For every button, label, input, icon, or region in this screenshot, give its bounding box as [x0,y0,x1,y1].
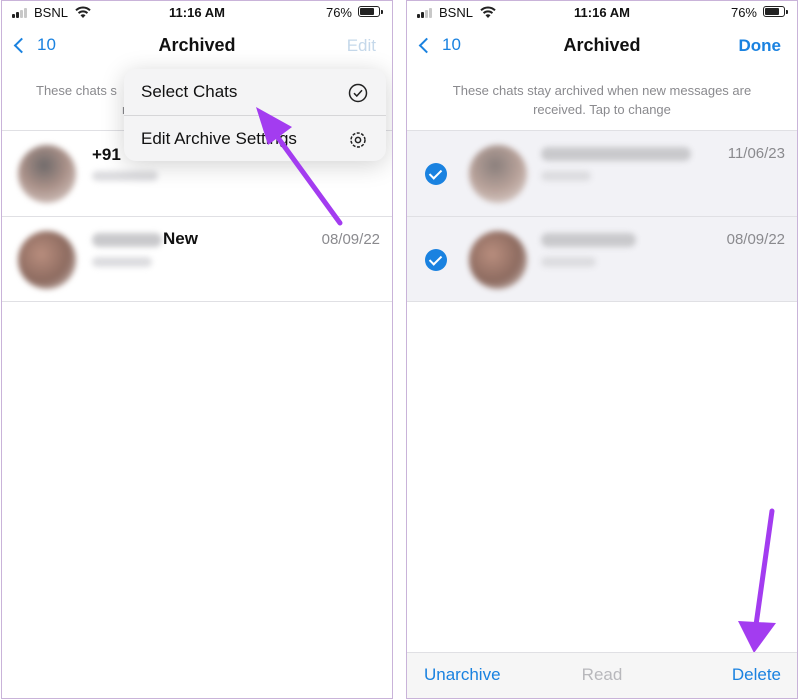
chat-name-blurred [541,233,636,247]
selected-checkmark-icon[interactable] [425,163,447,185]
left-screen: BSNL 11:16 AM 76% 10 Archived Edit These… [1,0,393,699]
archive-note: These chats s re [36,83,134,117]
checkmark-circle-icon [348,83,368,103]
battery-icon [358,6,383,17]
battery-percentage: 76% [730,5,757,20]
status-bar: BSNL 11:16 AM 76% [2,1,392,25]
chat-row[interactable]: 08/09/22 [407,216,797,302]
avatar [18,231,76,289]
chat-row[interactable]: 11/06/23 [407,130,797,216]
chat-preview [92,257,152,267]
avatar [469,231,527,289]
chat-name: +91 [92,145,121,164]
chat-preview [92,171,158,181]
done-button[interactable]: Done [739,36,782,56]
context-menu: Select Chats Edit Archive Settings [124,69,386,161]
chat-preview [541,257,596,267]
delete-button[interactable]: Delete [732,665,781,685]
chat-date: 11/06/23 [727,145,785,162]
archive-note[interactable]: These chats stay archived when new messa… [407,81,797,119]
chat-preview [541,171,591,181]
select-chats-menu-item[interactable]: Select Chats [124,69,386,115]
navigation-bar: 10 Archived Edit [2,27,392,65]
right-screen: BSNL 11:16 AM 76% 10 Archived Done These… [406,0,798,699]
page-title: Archived [158,35,236,55]
chat-list: 11/06/23 08/09/22 [407,130,797,302]
bottom-toolbar: Unarchive Read Delete [407,652,797,698]
chat-name: New [163,229,198,248]
chat-date: 08/09/22 [726,231,785,248]
chat-row[interactable]: New 08/09/22 [2,216,392,302]
chat-name-blurred [541,147,691,161]
avatar [469,145,527,203]
battery-percentage: 76% [325,5,352,20]
navigation-bar: 10 Archived Done [407,27,797,65]
status-bar: BSNL 11:16 AM 76% [407,1,797,25]
avatar [18,145,76,203]
edit-archive-settings-menu-item[interactable]: Edit Archive Settings [124,115,386,161]
chat-date: 08/09/22 [321,231,380,248]
selected-checkmark-icon[interactable] [425,249,447,271]
battery-icon [763,6,788,17]
pointer-arrow [738,508,776,653]
gear-icon [350,132,366,148]
edit-button[interactable]: Edit [347,36,376,56]
chat-name-blurred [92,233,162,247]
